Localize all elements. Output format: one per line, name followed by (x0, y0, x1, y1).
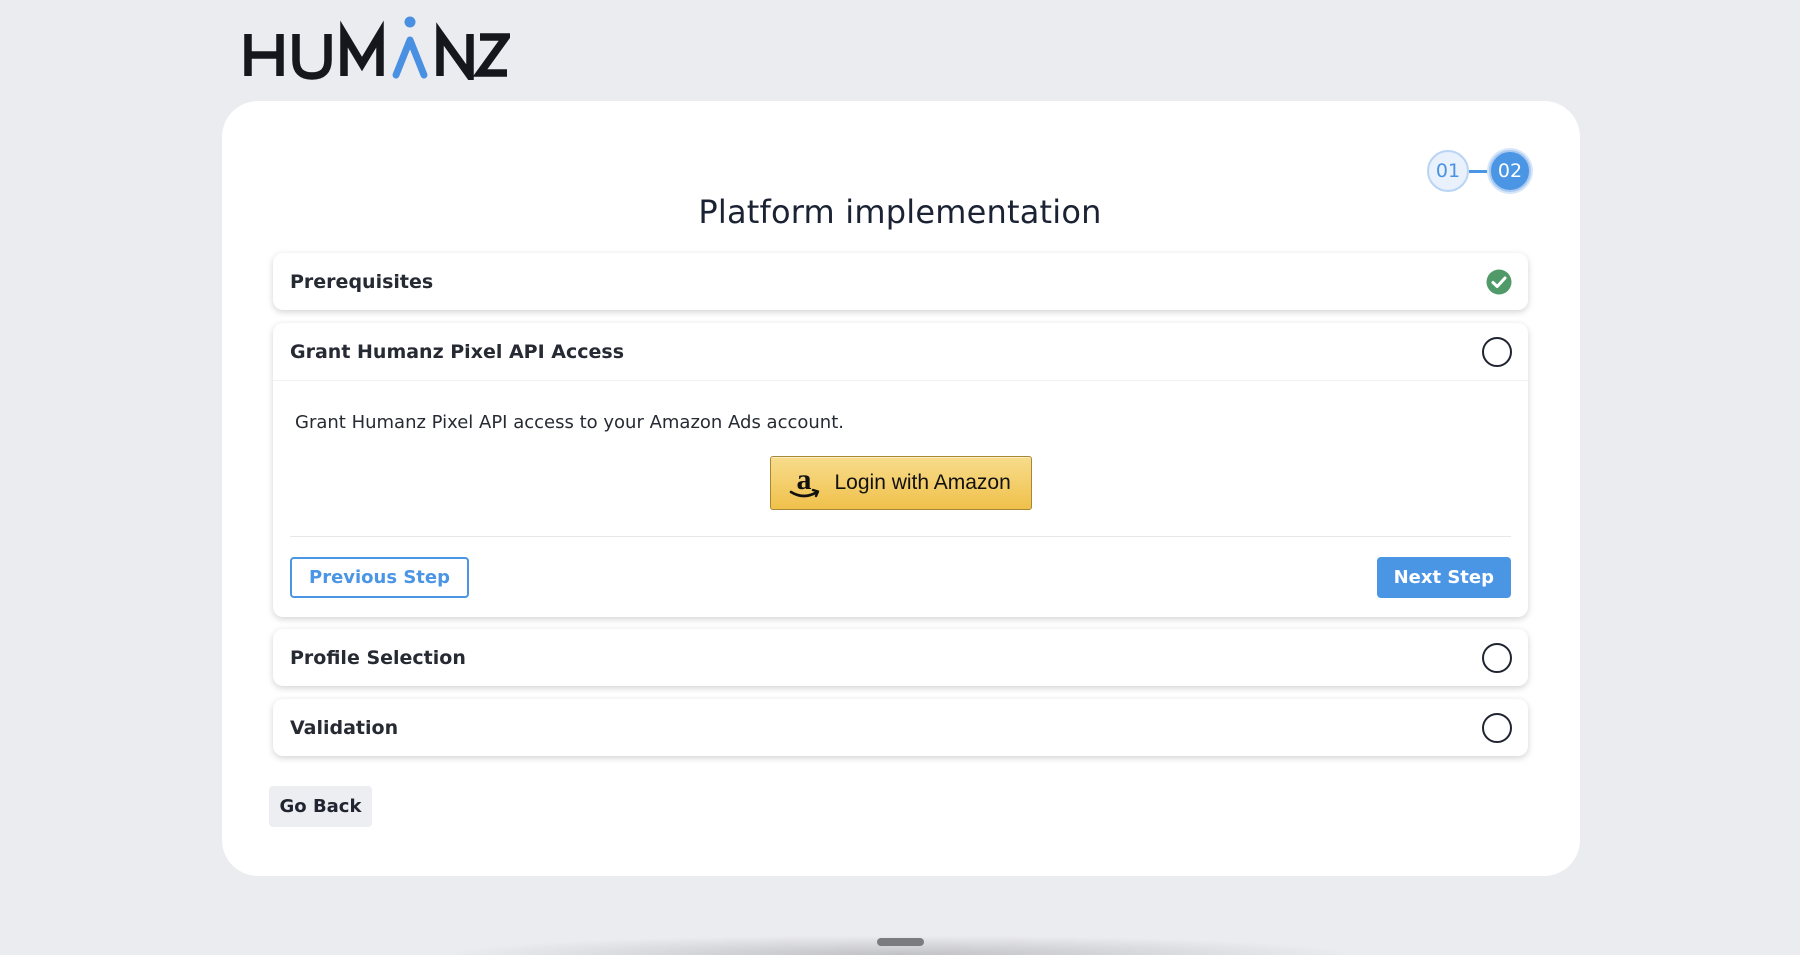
check-circle-icon (1486, 269, 1512, 294)
section-description: Grant Humanz Pixel API access to your Am… (295, 412, 844, 433)
previous-step-button[interactable]: Previous Step (290, 556, 470, 598)
drag-handle[interactable] (877, 938, 924, 946)
section-prerequisites[interactable]: Prerequisites (273, 253, 1528, 310)
section-body: Grant Humanz Pixel API access to your Am… (273, 380, 1528, 617)
section-title: Profile Selection (290, 646, 466, 669)
section-grant-api-access: Grant Humanz Pixel API Access Grant Huma… (273, 323, 1528, 617)
login-with-amazon-button[interactable]: a Login with Amazon (769, 456, 1032, 510)
step-1-indicator[interactable]: 01 (1427, 150, 1469, 192)
next-step-button[interactable]: Next Step (1376, 556, 1511, 598)
empty-circle-icon (1482, 336, 1512, 367)
humanz-logo-graphic (244, 16, 510, 80)
section-validation[interactable]: Validation (273, 699, 1528, 756)
go-back-button[interactable]: Go Back (269, 786, 372, 827)
empty-circle-icon (1482, 712, 1512, 743)
section-header[interactable]: Prerequisites (273, 253, 1528, 310)
step-connector (1469, 169, 1489, 173)
section-title: Prerequisites (290, 270, 434, 293)
section-header[interactable]: Validation (273, 699, 1528, 756)
step-navigation: Previous Step Next Step (290, 537, 1511, 617)
svg-text:a: a (796, 465, 811, 496)
section-title: Grant Humanz Pixel API Access (290, 340, 625, 363)
page: 01 02 Platform implementation Prerequisi… (0, 0, 1800, 955)
section-header[interactable]: Grant Humanz Pixel API Access (273, 323, 1528, 380)
section-title: Validation (290, 716, 399, 739)
section-profile-selection[interactable]: Profile Selection (273, 629, 1528, 686)
amazon-logo-icon: a (789, 465, 819, 498)
amazon-login-wrap: a Login with Amazon (290, 456, 1511, 510)
section-header[interactable]: Profile Selection (273, 629, 1528, 686)
humanz-logo (244, 14, 510, 80)
empty-circle-icon (1482, 642, 1512, 673)
stepper: 01 02 (1427, 150, 1531, 192)
step-2-indicator[interactable]: 02 (1489, 150, 1531, 192)
page-title: Platform implementation (698, 193, 1102, 231)
login-with-amazon-label: Login with Amazon (834, 471, 1011, 494)
